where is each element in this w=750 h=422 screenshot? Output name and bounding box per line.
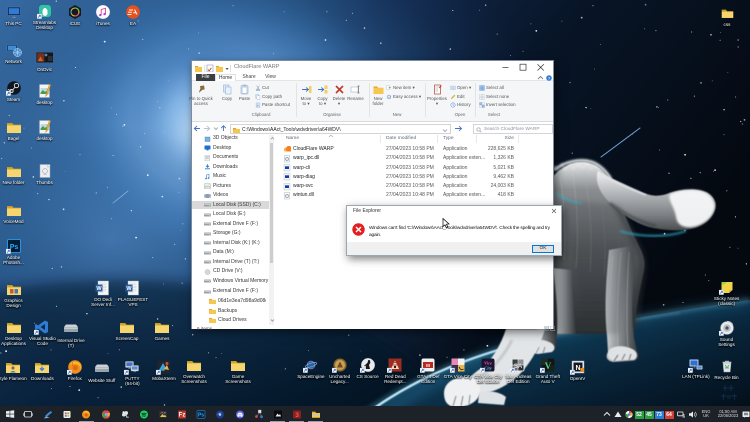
svg-text:W: W: [126, 286, 132, 292]
svg-text:SA: SA: [514, 364, 523, 370]
svg-text:Ps: Ps: [9, 244, 18, 251]
svg-text:W: W: [96, 286, 102, 292]
svg-text:Ps: Ps: [197, 413, 203, 419]
svg-text:N: N: [575, 365, 580, 372]
svg-text:3: 3: [295, 412, 299, 419]
svg-text:III: III: [426, 363, 430, 368]
svg-text:Fz: Fz: [178, 413, 185, 419]
svg-text:V: V: [545, 361, 552, 371]
svg-text:City: City: [484, 366, 493, 371]
